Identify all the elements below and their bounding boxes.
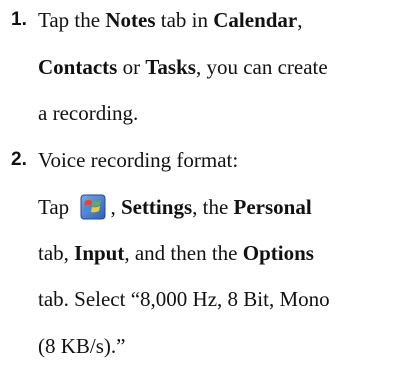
step-2-text-i: , and then the	[124, 240, 243, 265]
step-2-text-e: , the	[192, 195, 234, 219]
step-1-tasks: Tasks	[145, 54, 196, 79]
step-1-text-e: ,	[297, 8, 303, 32]
step-2-line-5: (8 KB/s).”	[38, 334, 126, 358]
step-1-contacts: Contacts	[38, 54, 118, 79]
step-1-number: 1.	[11, 9, 27, 30]
step-1-line-2: Contacts or Tasks, you can create	[38, 55, 328, 79]
step-2-text-g: tab,	[38, 240, 75, 265]
step-2-line-1: Voice recording format:	[38, 148, 238, 172]
step-1-text-a: Tap the	[38, 8, 106, 32]
step-1-notes: Notes	[105, 8, 156, 32]
windows-start-flag-icon	[80, 194, 106, 220]
step-2-text-l: (8 KB/s).”	[38, 333, 126, 358]
step-2-line-2: Tap , Settings, the Personal	[38, 194, 312, 220]
step-2-input: Input	[74, 240, 125, 265]
step-2-settings: Settings	[120, 195, 193, 219]
step-1-text-g: or	[117, 54, 146, 79]
step-2-text-b: Tap	[38, 195, 75, 219]
step-2-line-3: tab, Input, and then the Options	[38, 241, 314, 265]
step-2-line-4: tab. Select “8,000 Hz, 8 Bit, Mono	[38, 287, 330, 311]
step-2-text-c: ,	[110, 195, 121, 219]
step-2-text-a: Voice recording format:	[38, 147, 239, 172]
step-2-text-k: tab. Select “8,000 Hz, 8 Bit, Mono	[38, 287, 330, 311]
step-1-text-j: a recording.	[38, 101, 139, 125]
step-2-number: 2.	[11, 148, 27, 170]
step-1-text-i: , you can create	[195, 54, 328, 79]
step-1-text-c: tab in	[155, 8, 214, 32]
step-2-options: Options	[242, 240, 314, 265]
step-1-calendar: Calendar	[213, 8, 298, 32]
step-1-line-1: Tap the Notes tab in Calendar,	[38, 8, 303, 32]
step-1-line-3: a recording.	[38, 101, 138, 125]
step-2-personal: Personal	[233, 195, 312, 219]
